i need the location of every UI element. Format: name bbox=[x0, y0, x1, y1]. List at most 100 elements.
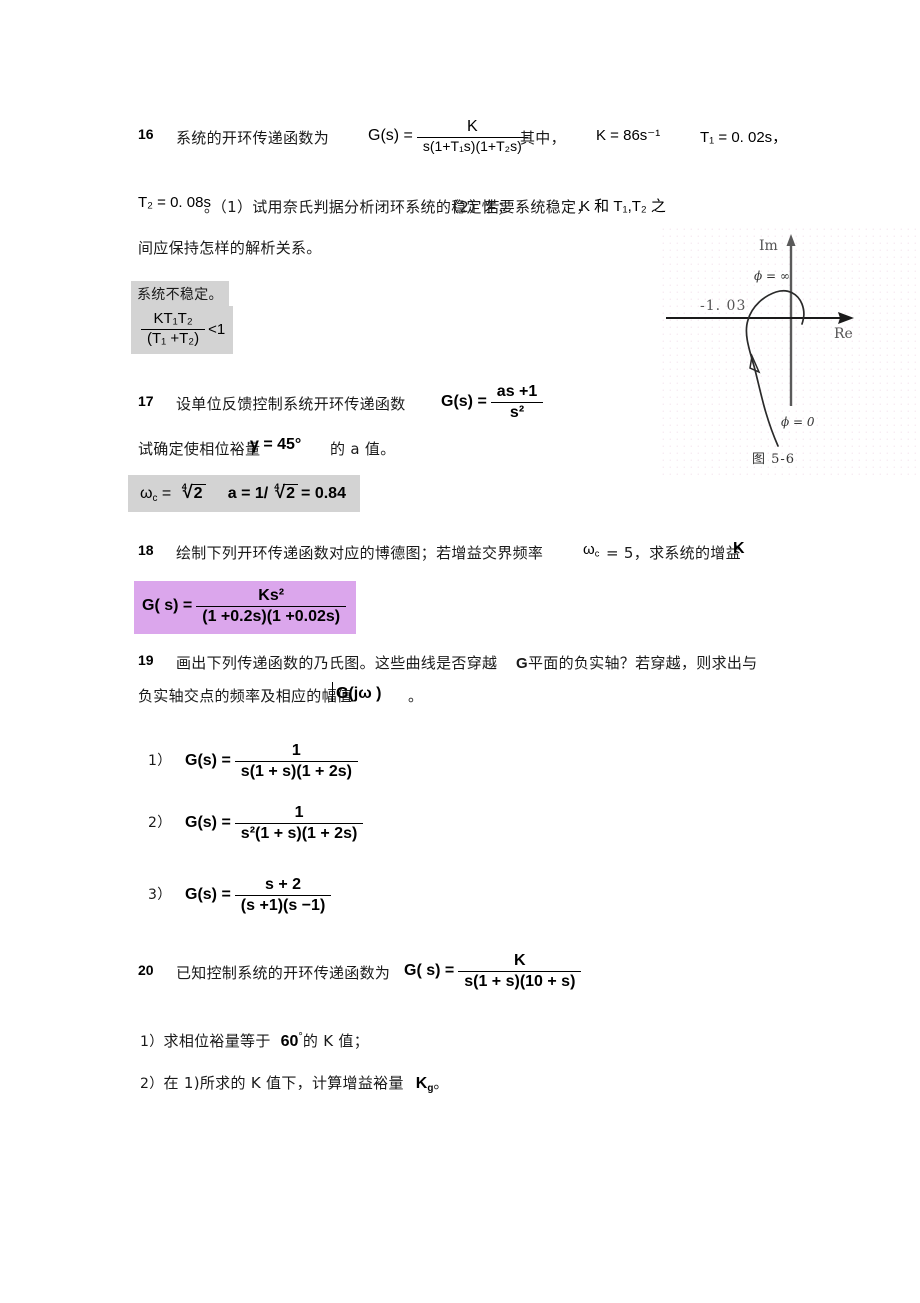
problem-16-answer-text-box: 系统不稳定。 bbox=[131, 281, 229, 308]
problem-19-magnitude-expr: G(jω ) bbox=[336, 685, 382, 702]
problem-16-answer-relation: <1 bbox=[208, 320, 226, 338]
problem-20-formula: G( s) = Ks(1 + s)(10 + s) bbox=[404, 952, 582, 991]
problem-16-formula-numerator: K bbox=[466, 118, 478, 135]
problem-19-item-3-label: 3） bbox=[148, 884, 172, 904]
problem-16-number-label: 16 bbox=[138, 126, 154, 142]
problem-19-item-1-lhs: G(s) = bbox=[185, 752, 231, 770]
problem-17-line2-c: 的 a 值。 bbox=[330, 440, 396, 458]
nyquist-figure: -1. 03 ϕ = ∞ ϕ = 0 Im Re bbox=[662, 228, 920, 478]
problem-19-number-label: 19 bbox=[138, 652, 154, 668]
problem-18-omega-c: ωc bbox=[583, 541, 599, 559]
problem-19-item-3-denominator: (s +1)(s −1) bbox=[234, 894, 332, 915]
problem-18-number-label: 18 bbox=[138, 542, 154, 558]
problem-19-item-2-formula: G(s) = 1 s²(1 + s)(1 + 2s) bbox=[185, 804, 364, 843]
problem-16-answer-numerator: KT₁T₂ bbox=[153, 310, 193, 327]
problem-20-intro: 已知控制系统的开环传递函数为 bbox=[176, 964, 391, 982]
problem-20-formula-numerator: K bbox=[514, 952, 526, 969]
problem-19-item-2-fraction: 1 s²(1 + s)(1 + 2s) bbox=[234, 804, 364, 843]
problem-19-item-2-numerator: 1 bbox=[294, 804, 304, 821]
svg-text:-1. 03: -1. 03 bbox=[700, 298, 746, 314]
problem-18-formula-box: G( s) = Ks² (1 +0.2s)(1 +0.02s) bbox=[134, 581, 357, 634]
problem-20-number: 20 bbox=[138, 962, 154, 980]
problem-17-a-lhs: a = 1/ bbox=[227, 485, 269, 502]
problem-18-number: 18 bbox=[138, 542, 154, 560]
problem-19-line1-b-text: 平面的负实轴？若穿越，则求出与 bbox=[527, 654, 758, 672]
problem-16-answer-fraction: KT₁T₂ (T₁ +T₂) bbox=[141, 310, 206, 348]
problem-18-intro: 绘制下列开环传递函数对应的博德图；若增益交界频率 bbox=[176, 544, 544, 562]
problem-16-number: 16 bbox=[138, 126, 154, 144]
problem-16-answer-text: 系统不稳定。 bbox=[131, 281, 229, 308]
problem-19-item-1-label-text: 1） bbox=[148, 753, 172, 769]
problem-16-formula-denominator: s(1+T₁s)(1+T₂s) bbox=[416, 136, 528, 155]
problem-18-omega-symbol: ω bbox=[583, 541, 595, 558]
problem-17-omega-radicand: 2 bbox=[190, 484, 206, 502]
problem-20-kg-symbol: K bbox=[415, 1075, 428, 1092]
problem-16-t2-value: T₂ = 0. 08s bbox=[138, 194, 211, 211]
problem-17-number: 17 bbox=[138, 393, 154, 411]
problem-17-omega-equals: = bbox=[161, 485, 172, 502]
problem-19-item-1-denominator: s(1 + s)(1 + 2s) bbox=[234, 760, 358, 781]
problem-17-a-radicand: 2 bbox=[283, 484, 299, 502]
svg-text:Re: Re bbox=[834, 326, 853, 342]
problem-20-item-1-label: 1） bbox=[140, 1034, 164, 1050]
problem-18-omega-subscript: c bbox=[594, 548, 600, 559]
problem-19-item-1-label: 1） bbox=[148, 750, 172, 770]
problem-17-a-root: 4√2 bbox=[268, 482, 299, 503]
problem-19-item-2-lhs: G(s) = bbox=[185, 814, 231, 832]
problem-17-omega-root: 4√2 bbox=[176, 482, 206, 503]
problem-17-formula: G(s) = as +1 s² bbox=[441, 383, 544, 422]
problem-17-phase-margin: γ = 45° bbox=[250, 436, 302, 453]
problem-16-formula-lhs: G(s) = bbox=[368, 127, 413, 145]
problem-19-item-3-numerator: s + 2 bbox=[265, 876, 302, 893]
nyquist-plot-svg: -1. 03 ϕ = ∞ ϕ = 0 Im Re bbox=[662, 228, 920, 478]
problem-17-formula-numerator: as +1 bbox=[496, 383, 538, 400]
problem-17-line2-a: 试确定使相位裕量 bbox=[138, 440, 261, 458]
problem-17-omega-root-index: 4 bbox=[181, 482, 187, 492]
problem-17-a-result: = 0.84 bbox=[301, 485, 346, 502]
problem-19-item-3-label-text: 3） bbox=[148, 887, 172, 903]
problem-19-item-2-denominator: s²(1 + s)(1 + 2s) bbox=[234, 822, 364, 843]
problem-20-formula-lhs: G( s) = bbox=[404, 962, 455, 980]
problem-18-formula-lhs: G( s) = bbox=[142, 597, 193, 615]
problem-20-item-2-label: 2） bbox=[140, 1076, 164, 1092]
problem-16-part2: （2）若要系统稳定， bbox=[444, 198, 592, 216]
problem-20-formula-fraction: Ks(1 + s)(10 + s) bbox=[458, 952, 582, 991]
svg-text:Im: Im bbox=[759, 238, 778, 254]
document-page: 16 系统的开环传递函数为 G(s) = Ks(1+T₁s)(1+T₂s) 其中，… bbox=[0, 0, 920, 1303]
problem-20-item-1-text-b: 的 K 值； bbox=[302, 1032, 370, 1050]
problem-19-item-3-formula: G(s) = s + 2 (s +1)(s −1) bbox=[185, 876, 332, 915]
problem-19-item-1-formula: G(s) = 1 s(1 + s)(1 + 2s) bbox=[185, 742, 358, 781]
problem-20-item-2-text-a: 在 1)所求的 K 值下，计算增益裕量 bbox=[163, 1074, 404, 1092]
svg-text:ϕ = 0: ϕ = 0 bbox=[781, 415, 815, 429]
problem-20-item-2-text-b: 。 bbox=[433, 1074, 449, 1092]
problem-17-formula-fraction: as +1 s² bbox=[490, 383, 544, 422]
problem-16-answer-formula-box: KT₁T₂ (T₁ +T₂) <1 bbox=[131, 306, 234, 354]
problem-17-omega-subscript: c bbox=[152, 492, 158, 504]
problem-16-k-value: K = 86s⁻¹ bbox=[596, 127, 661, 144]
problem-20-item-1: 1）求相位裕量等于 60°的 K 值； bbox=[140, 1030, 369, 1051]
problem-17-answer-box: ωc = 4√2 a = 1/4√2 = 0.84 bbox=[128, 475, 360, 512]
problem-16-formula: G(s) = Ks(1+T₁s)(1+T₂s) bbox=[368, 118, 528, 155]
problem-16-qizhong: 其中， bbox=[520, 129, 566, 147]
problem-19-number: 19 bbox=[138, 652, 154, 670]
problem-18-formula-numerator: Ks² bbox=[258, 587, 285, 604]
problem-17-omega-symbol: ω bbox=[140, 485, 153, 502]
problem-16-intro: 系统的开环传递函数为 bbox=[176, 129, 330, 147]
problem-18-k-tail: K bbox=[733, 540, 745, 557]
absolute-value-bar bbox=[332, 682, 333, 702]
problem-19-item-2-label: 2） bbox=[148, 812, 172, 832]
problem-19-line1-a: 画出下列传递函数的乃氏图。这些曲线是否穿越 bbox=[176, 654, 498, 672]
problem-19-magnitude: G(jω ) bbox=[332, 682, 382, 703]
problem-18-formula-denominator: (1 +0.2s)(1 +0.02s) bbox=[196, 605, 347, 626]
problem-17-formula-lhs: G(s) = bbox=[441, 393, 487, 411]
problem-19-item-3-fraction: s + 2 (s +1)(s −1) bbox=[234, 876, 332, 915]
problem-19-item-1-numerator: 1 bbox=[291, 742, 301, 759]
problem-20-item-2: 2）在 1)所求的 K 值下，计算增益裕量 Kg。 bbox=[140, 1072, 449, 1094]
problem-16-t1-value: T₁ = 0. 02s， bbox=[700, 129, 788, 146]
problem-16-part2-tail: K 和 T₁,T₂ 之 bbox=[580, 198, 666, 215]
problem-16-answer-denominator: (T₁ +T₂) bbox=[141, 328, 206, 348]
problem-19-item-3-lhs: G(s) = bbox=[185, 886, 231, 904]
figure-caption: 图 5-6 bbox=[752, 452, 796, 467]
problem-19-line1-b: GG 平面的负实轴？若穿越，则求出与平面的负实轴？若穿越，则求出与 bbox=[516, 654, 758, 672]
problem-16-line3: 间应保持怎样的解析关系。 bbox=[138, 239, 322, 257]
